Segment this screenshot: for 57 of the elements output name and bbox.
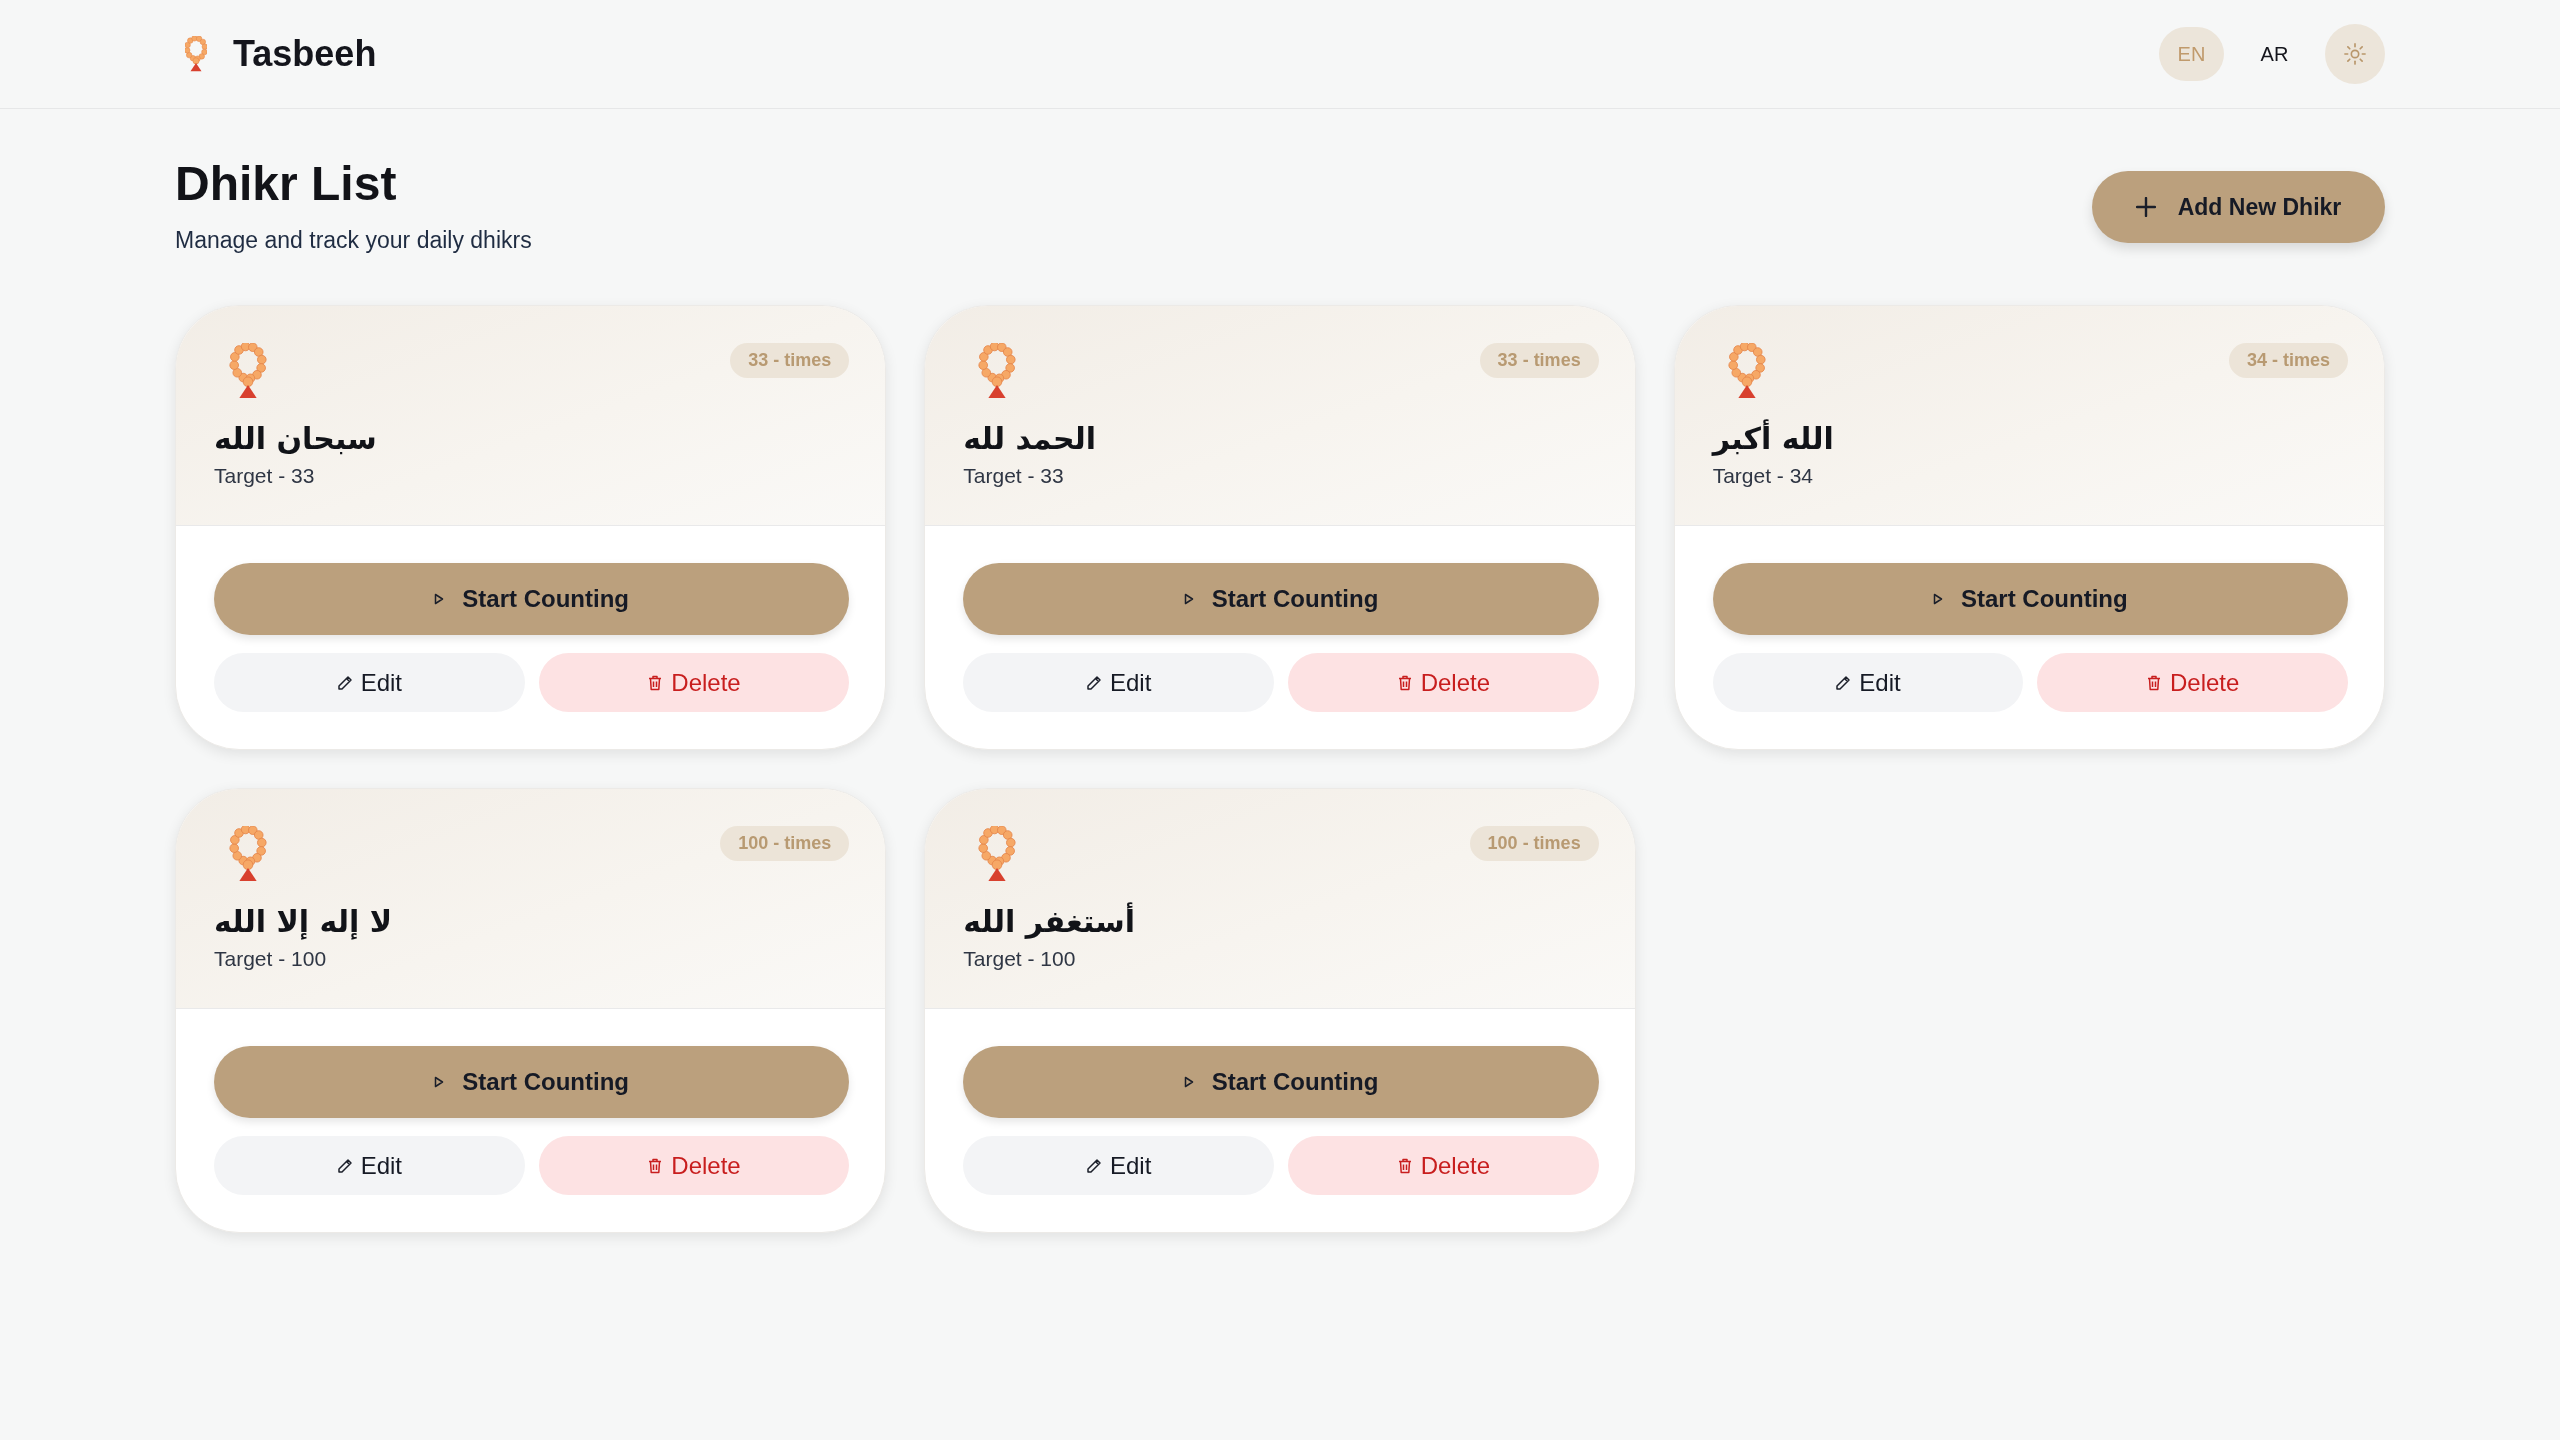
- start-counting-button[interactable]: Start Counting: [214, 563, 850, 635]
- delete-button[interactable]: Delete: [1288, 653, 1599, 712]
- prayer-beads-icon: [229, 343, 267, 399]
- edit-button[interactable]: Edit: [963, 1136, 1274, 1195]
- add-dhikr-button[interactable]: Add New Dhikr: [2092, 171, 2385, 243]
- start-counting-button[interactable]: Start Counting: [963, 1046, 1599, 1118]
- prayer-beads-icon: [1727, 343, 1766, 399]
- delete-button[interactable]: Delete: [2037, 653, 2348, 712]
- delete-button[interactable]: Delete: [538, 653, 850, 712]
- play-icon: [1183, 593, 1194, 605]
- count-badge: 100 - times: [1469, 826, 1599, 861]
- count-badge: 33 - times: [1479, 343, 1599, 378]
- sun-icon: [2344, 43, 2366, 65]
- dhikr-text: لا إله إلا الله: [214, 903, 393, 942]
- target-label: Target - 100: [214, 946, 327, 972]
- trash-icon: [647, 674, 664, 691]
- count-badge: 33 - times: [730, 343, 850, 378]
- target-label: Target - 33: [963, 463, 1064, 489]
- start-counting-button[interactable]: Start Counting: [214, 1046, 850, 1118]
- dhikr-text: الله أكبر: [1712, 419, 1834, 458]
- edit-button[interactable]: Edit: [1712, 653, 2024, 712]
- edit-button[interactable]: Edit: [214, 1136, 525, 1195]
- edit-button[interactable]: Edit: [214, 653, 525, 712]
- pencil-icon: [1085, 1157, 1102, 1174]
- pencil-icon: [1835, 674, 1852, 691]
- dhikr-text: أستغفر الله: [963, 902, 1135, 941]
- play-icon: [1183, 1076, 1194, 1088]
- page-subtitle: Manage and track your daily dhikrs: [175, 226, 532, 255]
- target-label: Target - 33: [214, 463, 315, 489]
- page-title: Dhikr List: [175, 156, 398, 212]
- prayer-beads-icon: [185, 36, 207, 72]
- pencil-icon: [1085, 674, 1102, 691]
- play-icon: [1933, 593, 1943, 605]
- prayer-beads-icon: [978, 826, 1017, 882]
- language-button[interactable]: AR: [2242, 27, 2307, 81]
- app-name: Tasbeeh: [233, 33, 377, 75]
- pencil-icon: [336, 1157, 353, 1174]
- plus-icon: [2135, 197, 2156, 217]
- start-counting-button[interactable]: Start Counting: [1712, 563, 2348, 635]
- trash-icon: [647, 1157, 664, 1174]
- count-badge: 34 - times: [2228, 343, 2348, 378]
- delete-button[interactable]: Delete: [538, 1136, 850, 1195]
- theme-toggle-button[interactable]: [2325, 24, 2385, 84]
- trash-icon: [2145, 674, 2162, 691]
- prayer-beads-icon: [978, 343, 1017, 399]
- target-label: Target - 34: [1712, 463, 1814, 489]
- trash-icon: [1396, 674, 1413, 691]
- start-counting-button[interactable]: Start Counting: [963, 563, 1599, 635]
- prayer-beads-icon: [229, 826, 267, 882]
- delete-button[interactable]: Delete: [1288, 1136, 1599, 1195]
- target-label: Target - 100: [963, 946, 1076, 972]
- edit-button[interactable]: Edit: [963, 653, 1274, 712]
- pencil-icon: [336, 674, 353, 691]
- trash-icon: [1396, 1157, 1413, 1174]
- play-icon: [434, 1076, 445, 1088]
- count-badge: 100 - times: [720, 826, 850, 861]
- play-icon: [434, 593, 445, 605]
